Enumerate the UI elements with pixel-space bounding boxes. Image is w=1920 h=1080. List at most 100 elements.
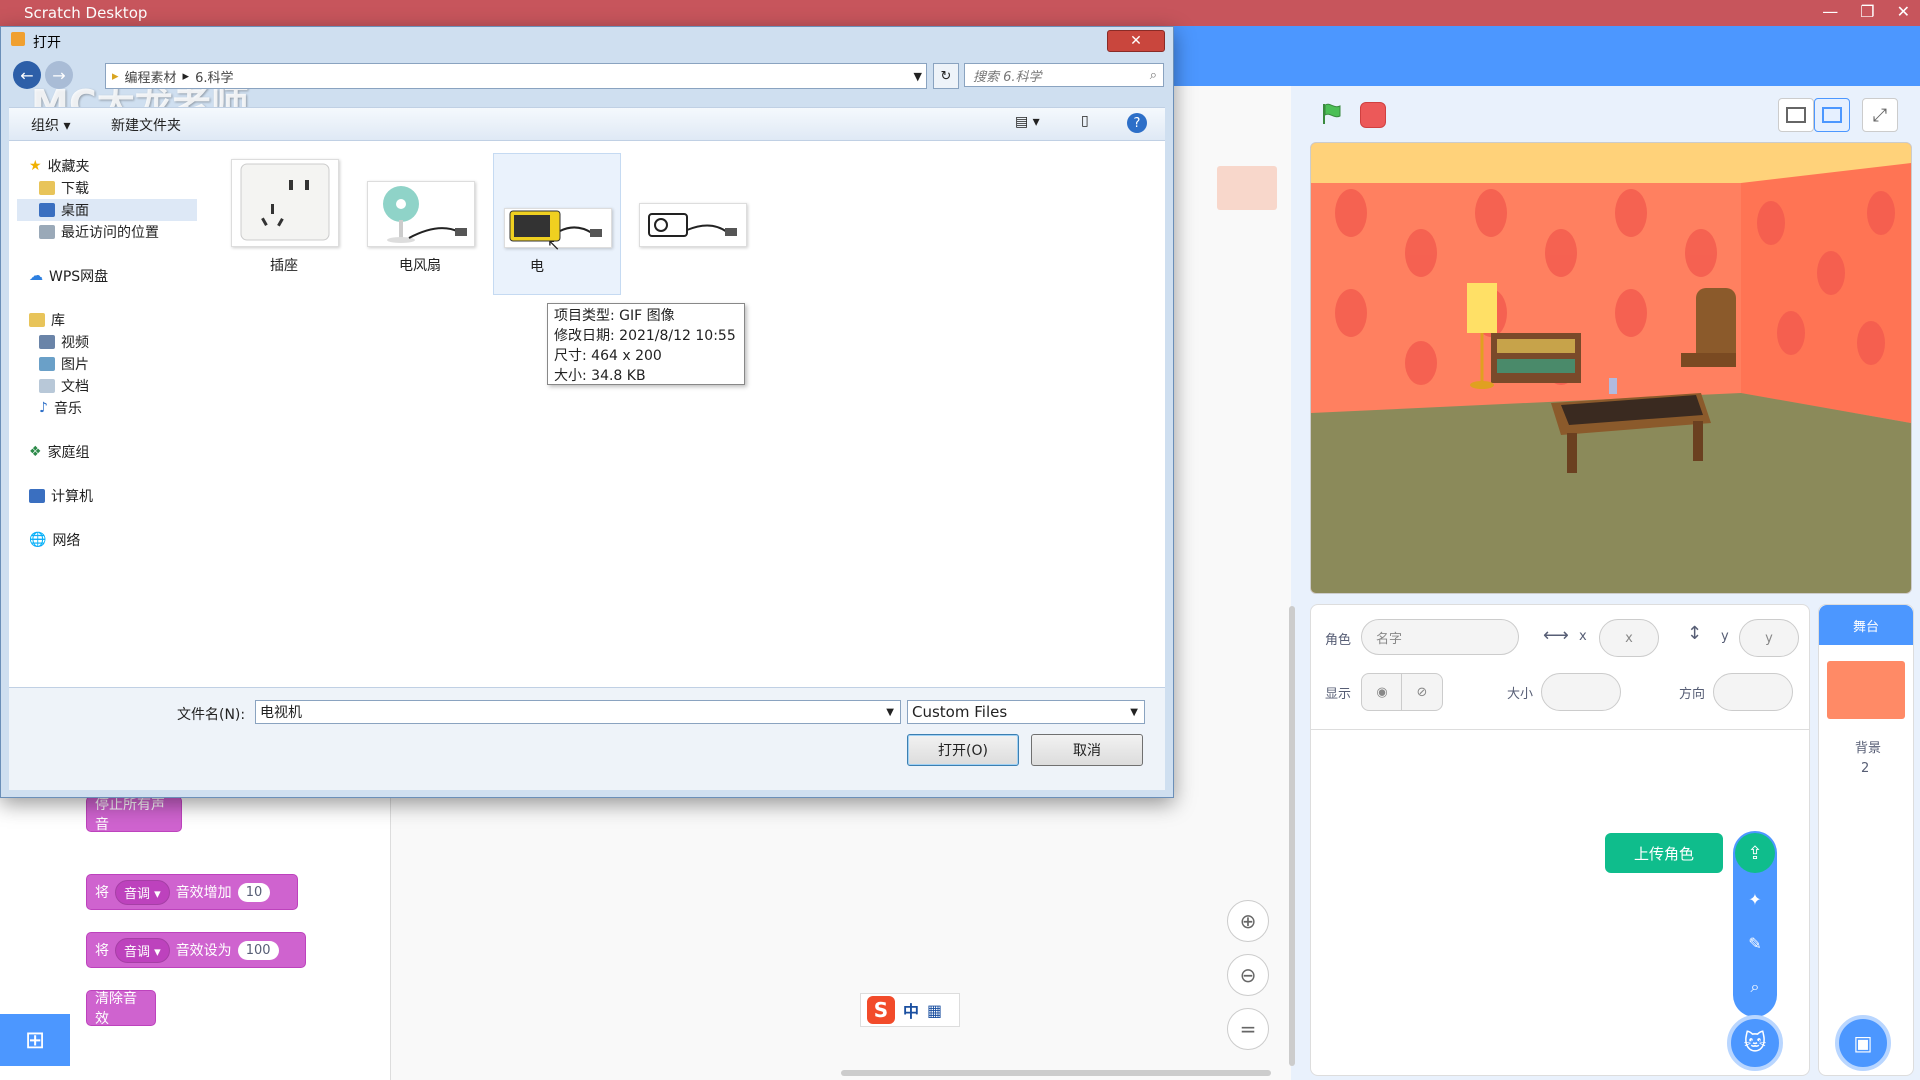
dialog-close-button[interactable]: ✕ <box>1107 30 1165 52</box>
code-scrollbar[interactable] <box>1289 606 1295 1066</box>
nav-homegroup[interactable]: ❖ 家庭组 <box>29 441 90 463</box>
zoom-reset-icon: = <box>1239 1017 1257 1041</box>
stage-selector-panel[interactable]: 舞台 背景 2 ▣ <box>1818 604 1914 1076</box>
ime-toolbar[interactable]: S 中 ▦ <box>860 993 960 1027</box>
nav-documents[interactable]: 文档 <box>39 375 89 397</box>
small-stage-icon <box>1786 107 1806 123</box>
show-hidden-button[interactable]: ⊘ <box>1401 673 1443 711</box>
picture-icon <box>39 357 55 371</box>
address-bar[interactable]: ▸ 编程素材 ▸ 6.科学 ▼ <box>105 63 927 89</box>
nav-desktop[interactable]: 桌面 <box>17 199 197 221</box>
x-field[interactable]: x <box>1599 619 1659 657</box>
small-stage-button[interactable] <box>1778 98 1814 132</box>
organize-button[interactable]: 组织 ▾ <box>31 115 70 135</box>
back-button[interactable]: ← <box>13 61 41 89</box>
nav-recent[interactable]: 最近访问的位置 <box>39 221 159 243</box>
block-label: 音效增加 <box>175 885 232 901</box>
show-visible-button[interactable]: ◉ <box>1361 673 1403 711</box>
forward-button[interactable]: → <box>45 61 73 89</box>
set-effect-block[interactable]: 将 音调 ▾ 音效设为 100 <box>86 932 306 968</box>
nav-favorites[interactable]: ★ 收藏夹 <box>29 155 90 177</box>
dialog-title: 打开 <box>33 35 61 51</box>
breadcrumb-1[interactable]: 编程素材 <box>125 67 177 86</box>
choose-sprite-search-button[interactable]: ⌕ <box>1735 967 1775 1007</box>
library-icon <box>29 313 45 327</box>
direction-field[interactable] <box>1713 673 1793 711</box>
file-type-select[interactable]: Custom Files ▼ <box>907 700 1145 724</box>
zoom-in-button[interactable]: ⊕ <box>1227 900 1269 942</box>
zoom-reset-button[interactable]: = <box>1227 1008 1269 1050</box>
clear-effects-block[interactable]: 清除音效 <box>86 990 156 1027</box>
surprise-sprite-button[interactable]: ✦ <box>1735 879 1775 919</box>
socket-thumbnail <box>231 159 339 247</box>
upload-sprite-button[interactable]: ⇪ <box>1735 833 1775 873</box>
help-icon[interactable]: ? <box>1127 113 1147 133</box>
sprite-name-field[interactable]: 名字 <box>1361 619 1519 655</box>
music-icon: ♪ <box>39 400 48 416</box>
stage-header: 舞台 <box>1819 605 1913 645</box>
file-item[interactable]: 插座 <box>221 153 347 293</box>
tooltip-type: 项目类型: GIF 图像 <box>554 308 675 324</box>
nav-wps[interactable]: ☁ WPS网盘 <box>29 265 108 287</box>
minimize-icon[interactable]: — <box>1822 2 1838 21</box>
breadcrumb-2[interactable]: 6.科学 <box>195 67 233 86</box>
choose-backdrop-button[interactable]: ▣ <box>1835 1015 1891 1071</box>
stop-icon[interactable] <box>1360 102 1386 128</box>
nav-videos[interactable]: 视频 <box>39 331 89 353</box>
stop-all-sounds-block[interactable]: 停止所有声音 <box>86 796 182 833</box>
effect-value-input[interactable]: 100 <box>237 940 279 960</box>
paint-sprite-button[interactable]: ✎ <box>1735 923 1775 963</box>
sprite-divider <box>1311 729 1809 730</box>
fullscreen-button[interactable]: ⤢ <box>1862 98 1898 132</box>
address-row: ← → ▸ 编程素材 ▸ 6.科学 ▼ ↻ 搜索 6.科学 ⌕ <box>9 57 1165 95</box>
cancel-button[interactable]: 取消 <box>1031 734 1143 766</box>
nav-pictures[interactable]: 图片 <box>39 353 89 375</box>
change-effect-block[interactable]: 将 音调 ▾ 音效增加 10 <box>86 874 298 910</box>
command-bar: 组织 ▾ 新建文件夹 ▤ ▾ ▯ ? <box>9 107 1165 141</box>
dropdown-value: 音调 <box>124 944 151 960</box>
ime-mode[interactable]: 中 <box>903 998 919 1022</box>
size-field[interactable] <box>1541 673 1621 711</box>
eye-icon: ◉ <box>1376 684 1388 700</box>
choose-sprite-button[interactable]: 🐱 <box>1727 1015 1783 1071</box>
stage[interactable] <box>1310 142 1912 594</box>
zoom-out-button[interactable]: ⊖ <box>1227 954 1269 996</box>
view-options-icon[interactable]: ▤ ▾ <box>1015 114 1040 130</box>
nav-library[interactable]: 库 <box>29 309 65 331</box>
dialog-titlebar: 打开 ✕ <box>1 27 1173 53</box>
maximize-icon[interactable]: ❐ <box>1860 2 1874 21</box>
search-input[interactable]: 搜索 6.科学 ⌕ <box>964 63 1164 87</box>
block-label: 将 <box>95 943 109 959</box>
effect-value-input[interactable]: 10 <box>237 882 271 902</box>
open-button[interactable]: 打开(O) <box>907 734 1019 766</box>
effect-dropdown[interactable]: 音调 ▾ <box>115 937 170 963</box>
chevron-down-icon[interactable]: ▼ <box>886 707 894 718</box>
nav-label: WPS网盘 <box>49 269 109 285</box>
file-item[interactable]: 电风扇 <box>357 153 483 293</box>
extension-button[interactable]: ⊞ <box>0 1014 70 1066</box>
nav-label: 文档 <box>61 379 89 395</box>
nav-music[interactable]: ♪ 音乐 <box>39 397 82 419</box>
y-field[interactable]: y <box>1739 619 1799 657</box>
breadcrumb-separator-icon: ▸ <box>182 68 190 84</box>
close-icon[interactable]: ✕ <box>1897 2 1910 21</box>
tooltip-text: 上传角色 <box>1633 844 1694 863</box>
green-flag-icon[interactable] <box>1320 102 1344 126</box>
preview-pane-icon[interactable]: ▯ <box>1081 113 1089 129</box>
room-backdrop <box>1311 143 1911 593</box>
folder-icon: ▸ <box>112 68 119 84</box>
stage-title: 舞台 <box>1852 619 1879 635</box>
refresh-button[interactable]: ↻ <box>933 63 959 89</box>
large-stage-button[interactable] <box>1814 98 1850 132</box>
effect-dropdown[interactable]: 音调 ▾ <box>115 879 170 905</box>
chevron-down-icon[interactable]: ▼ <box>914 70 922 83</box>
nav-network[interactable]: 🌐 网络 <box>29 529 80 551</box>
file-item[interactable] <box>629 153 755 293</box>
new-folder-button[interactable]: 新建文件夹 <box>111 115 181 135</box>
filename-input[interactable]: 电视机 ▼ <box>255 700 901 724</box>
nav-computer[interactable]: 计算机 <box>29 485 93 507</box>
nav-downloads[interactable]: 下载 <box>39 177 89 199</box>
keyboard-icon[interactable]: ▦ <box>927 1001 942 1020</box>
file-item-selected[interactable]: 电 <box>493 153 621 295</box>
code-hscrollbar[interactable] <box>841 1070 1271 1076</box>
